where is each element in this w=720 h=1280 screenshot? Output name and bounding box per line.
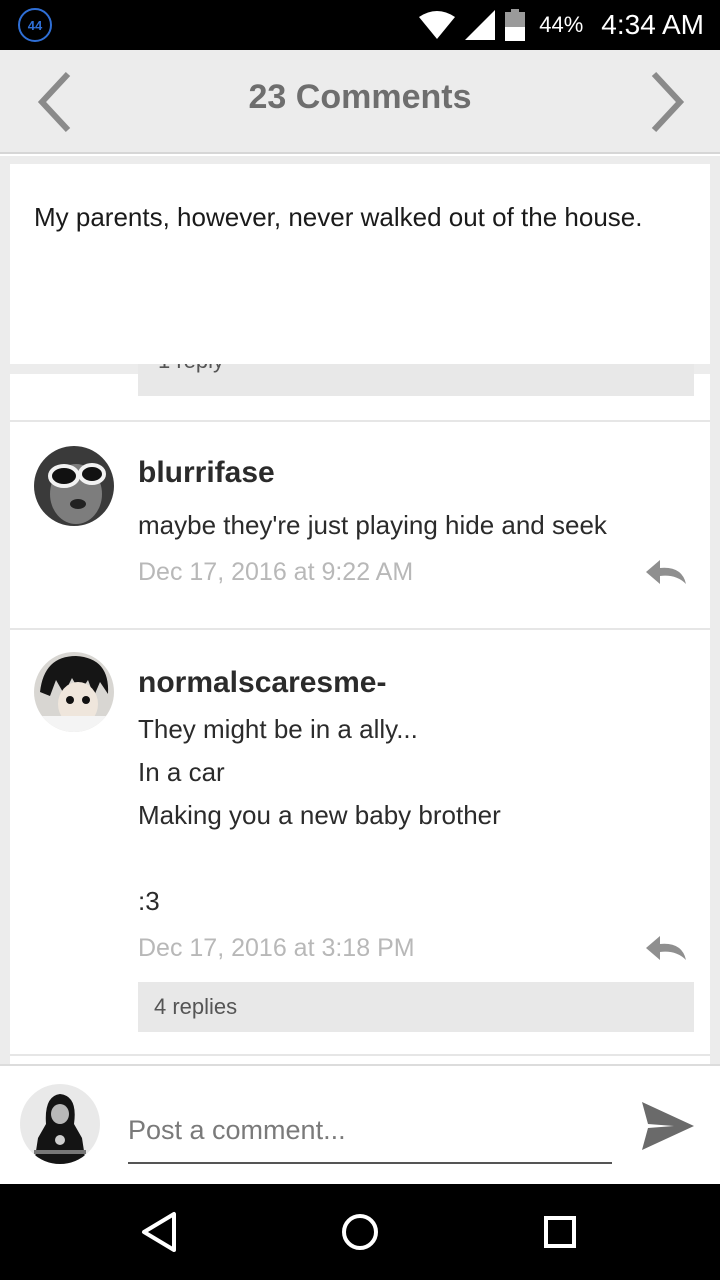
avatar-image	[20, 1084, 100, 1164]
back-triangle-icon	[142, 1212, 176, 1252]
comments-screen: 44 44% 4:34 AM 23 Comments blurrifase ma…	[0, 0, 720, 1280]
clock: 4:34 AM	[601, 9, 704, 40]
comments-list[interactable]: 1 reply blurrifase maybe they're just pl…	[0, 156, 720, 1064]
recents-button[interactable]	[538, 1210, 582, 1254]
comments-header: 23 Comments	[0, 50, 720, 154]
comment-input[interactable]	[128, 1098, 612, 1164]
reply-button[interactable]	[644, 934, 688, 964]
comment-username[interactable]: normalscaresme-	[138, 666, 386, 700]
comment-username[interactable]: blurrifase	[138, 456, 275, 490]
comment-item: blurrifase maybe they're just playing hi…	[10, 422, 710, 628]
replies-toggle-partial[interactable]: 1 reply	[138, 364, 694, 396]
wifi-icon	[419, 11, 456, 39]
post-card: My parents, however, never walked out of…	[10, 164, 710, 364]
divider	[10, 1054, 710, 1056]
current-user-avatar	[20, 1084, 100, 1164]
status-indicators: 44% 4:34 AM	[419, 0, 704, 50]
comment-date: Dec 17, 2016 at 9:22 AM	[138, 558, 414, 586]
avatar-image	[34, 652, 114, 732]
comment-composer	[0, 1064, 720, 1184]
send-button[interactable]	[640, 1098, 696, 1154]
avatar-image	[34, 446, 114, 526]
reply-arrow-icon	[646, 936, 686, 960]
recents-square-icon	[544, 1216, 576, 1248]
comments-panel: 1 reply blurrifase maybe they're just pl…	[10, 364, 710, 1064]
view-replies-button[interactable]: 4 replies	[138, 982, 694, 1032]
comment-date: Dec 17, 2016 at 3:18 PM	[138, 934, 415, 962]
reply-arrow-icon	[646, 560, 686, 584]
comment-item: normalscaresme- They might be in a ally.…	[10, 630, 710, 1064]
reply-button[interactable]	[644, 558, 688, 588]
page-title: 23 Comments	[248, 78, 472, 116]
cell-signal-icon	[465, 10, 496, 40]
post-text: My parents, however, never walked out of…	[34, 202, 643, 232]
status-bar: 44 44% 4:34 AM	[0, 0, 720, 50]
notification-count: 44	[27, 17, 43, 33]
replies-label: 1 reply	[158, 364, 224, 374]
back-button[interactable]	[138, 1210, 182, 1254]
battery-percent: 44%	[539, 12, 584, 37]
comment-text: maybe they're just playing hide and seek	[138, 510, 607, 540]
home-circle-icon	[342, 1214, 378, 1250]
send-icon	[642, 1102, 694, 1150]
home-button[interactable]	[338, 1210, 382, 1254]
avatar[interactable]	[34, 652, 114, 732]
next-button[interactable]	[640, 70, 690, 134]
system-nav-bar	[0, 1184, 720, 1280]
chevron-right-icon	[651, 71, 685, 133]
battery-icon	[505, 9, 526, 41]
comment-text: They might be in a ally... In a car Maki…	[138, 714, 501, 916]
avatar[interactable]	[34, 446, 114, 526]
notification-badge-icon: 44	[18, 8, 52, 42]
